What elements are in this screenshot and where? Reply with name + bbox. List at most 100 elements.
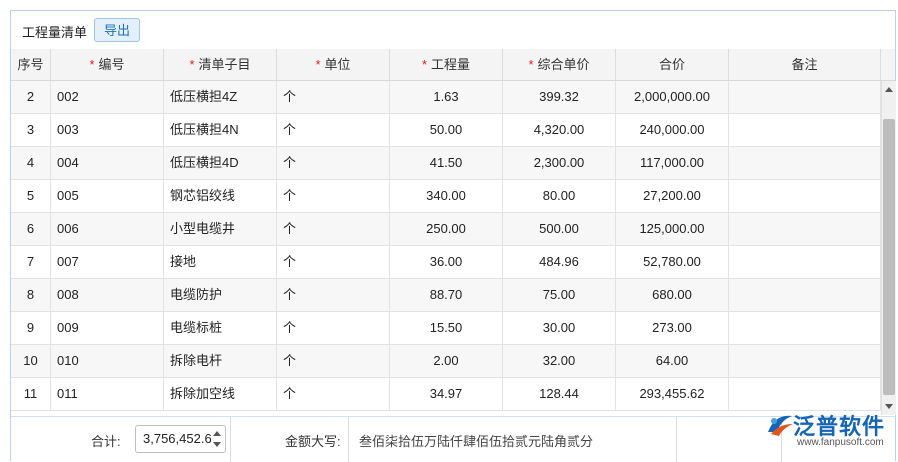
table-row[interactable]: 3 003 低压横担4N 个 50.00 4,320.00 240,000.00	[11, 114, 881, 147]
row-seq-cell[interactable]: 4	[11, 147, 51, 179]
row-note-cell[interactable]	[729, 81, 881, 113]
row-note-cell[interactable]	[729, 246, 881, 278]
column-header[interactable]: 备注	[729, 49, 881, 80]
row-note-cell[interactable]	[729, 279, 881, 311]
row-price-cell[interactable]: 30.00	[503, 312, 616, 344]
row-note-cell[interactable]	[729, 180, 881, 212]
column-header[interactable]: * 综合单价	[503, 49, 616, 80]
row-note-cell[interactable]	[729, 345, 881, 377]
row-seq-cell[interactable]: 3	[11, 114, 51, 146]
row-price-cell[interactable]: 399.32	[503, 81, 616, 113]
row-item-cell[interactable]: 低压横担4D	[164, 147, 277, 179]
row-item-cell[interactable]: 低压横担4Z	[164, 81, 277, 113]
row-item-cell[interactable]: 拆除电杆	[164, 345, 277, 377]
row-qty-cell[interactable]: 250.00	[390, 213, 503, 245]
table-row[interactable]: 10 010 拆除电杆个 2.00 32.00 64.00	[11, 345, 881, 378]
row-item-cell[interactable]: 电缆标桩	[164, 312, 277, 344]
vertical-scrollbar[interactable]	[881, 81, 896, 415]
column-header[interactable]: * 编号	[51, 49, 164, 80]
row-seq-cell[interactable]: 10	[11, 345, 51, 377]
row-item-cell[interactable]: 钢芯铝绞线	[164, 180, 277, 212]
row-qty-cell[interactable]: 2.00	[390, 345, 503, 377]
row-unit-cell[interactable]: 个	[277, 345, 390, 377]
row-total-cell[interactable]: 125,000.00	[616, 213, 729, 245]
row-code-cell[interactable]: 002	[51, 81, 164, 113]
row-item-cell[interactable]: 小型电缆井	[164, 213, 277, 245]
row-note-cell[interactable]	[729, 213, 881, 245]
table-row[interactable]: 5 005 钢芯铝绞线个 340.00 80.00 27,200.00	[11, 180, 881, 213]
row-price-cell[interactable]: 75.00	[503, 279, 616, 311]
row-seq-cell[interactable]: 6	[11, 213, 51, 245]
row-code-cell[interactable]: 007	[51, 246, 164, 278]
row-total-cell[interactable]: 64.00	[616, 345, 729, 377]
row-price-cell[interactable]: 4,320.00	[503, 114, 616, 146]
row-total-cell[interactable]: 2,000,000.00	[616, 81, 729, 113]
column-header[interactable]: * 单位	[277, 49, 390, 80]
scroll-thumb[interactable]	[883, 119, 895, 395]
row-unit-cell[interactable]: 个	[277, 378, 390, 410]
column-header[interactable]: 序号	[11, 49, 51, 80]
row-unit-cell[interactable]: 个	[277, 279, 390, 311]
row-qty-cell[interactable]: 41.50	[390, 147, 503, 179]
row-unit-cell[interactable]: 个	[277, 312, 390, 344]
row-note-cell[interactable]	[729, 312, 881, 344]
row-price-cell[interactable]: 32.00	[503, 345, 616, 377]
row-qty-cell[interactable]: 50.00	[390, 114, 503, 146]
row-code-cell[interactable]: 005	[51, 180, 164, 212]
row-seq-cell[interactable]: 9	[11, 312, 51, 344]
column-header[interactable]: * 工程量	[390, 49, 503, 80]
row-price-cell[interactable]: 80.00	[503, 180, 616, 212]
row-price-cell[interactable]: 500.00	[503, 213, 616, 245]
table-row[interactable]: 8 008 电缆防护个 88.70 75.00 680.00	[11, 279, 881, 312]
row-unit-cell[interactable]: 个	[277, 114, 390, 146]
row-code-cell[interactable]: 008	[51, 279, 164, 311]
row-unit-cell[interactable]: 个	[277, 180, 390, 212]
row-seq-cell[interactable]: 7	[11, 246, 51, 278]
row-total-cell[interactable]: 240,000.00	[616, 114, 729, 146]
row-price-cell[interactable]: 128.44	[503, 378, 616, 410]
row-code-cell[interactable]: 003	[51, 114, 164, 146]
row-item-cell[interactable]: 接地	[164, 246, 277, 278]
row-unit-cell[interactable]: 个	[277, 246, 390, 278]
row-code-cell[interactable]: 004	[51, 147, 164, 179]
total-amount-input[interactable]: 3,756,452.62	[135, 425, 226, 453]
row-item-cell[interactable]: 电缆防护	[164, 279, 277, 311]
row-code-cell[interactable]: 011	[51, 378, 164, 410]
row-unit-cell[interactable]: 个	[277, 147, 390, 179]
row-code-cell[interactable]: 010	[51, 345, 164, 377]
row-qty-cell[interactable]: 36.00	[390, 246, 503, 278]
row-item-cell[interactable]: 低压横担4N	[164, 114, 277, 146]
row-qty-cell[interactable]: 15.50	[390, 312, 503, 344]
row-code-cell[interactable]: 006	[51, 213, 164, 245]
row-total-cell[interactable]: 273.00	[616, 312, 729, 344]
row-unit-cell[interactable]: 个	[277, 213, 390, 245]
row-note-cell[interactable]	[729, 114, 881, 146]
row-price-cell[interactable]: 484.96	[503, 246, 616, 278]
row-qty-cell[interactable]: 340.00	[390, 180, 503, 212]
export-button[interactable]: 导出	[94, 18, 140, 42]
table-row[interactable]: 7 007 接地个 36.00 484.96 52,780.00	[11, 246, 881, 279]
row-total-cell[interactable]: 680.00	[616, 279, 729, 311]
row-seq-cell[interactable]: 2	[11, 81, 51, 113]
row-qty-cell[interactable]: 34.97	[390, 378, 503, 410]
row-note-cell[interactable]	[729, 147, 881, 179]
row-total-cell[interactable]: 27,200.00	[616, 180, 729, 212]
column-header[interactable]: 合价	[616, 49, 729, 80]
column-header[interactable]: * 清单子目	[164, 49, 277, 80]
scroll-up-arrow-icon[interactable]	[885, 87, 893, 92]
row-seq-cell[interactable]: 11	[11, 378, 51, 410]
row-total-cell[interactable]: 293,455.62	[616, 378, 729, 410]
row-total-cell[interactable]: 117,000.00	[616, 147, 729, 179]
table-row[interactable]: 2 002 低压横担4Z 个 1.63 399.32 2,000,000.00	[11, 81, 881, 114]
row-qty-cell[interactable]: 1.63	[390, 81, 503, 113]
row-unit-cell[interactable]: 个	[277, 81, 390, 113]
table-row[interactable]: 6 006 小型电缆井个 250.00 500.00 125,000.00	[11, 213, 881, 246]
row-total-cell[interactable]: 52,780.00	[616, 246, 729, 278]
row-code-cell[interactable]: 009	[51, 312, 164, 344]
table-row[interactable]: 11 011 拆除加空线个 34.97 128.44 293,455.62	[11, 378, 881, 411]
row-seq-cell[interactable]: 8	[11, 279, 51, 311]
row-qty-cell[interactable]: 88.70	[390, 279, 503, 311]
table-row[interactable]: 4 004 低压横担4D 个 41.50 2,300.00 117,000.00	[11, 147, 881, 180]
table-row[interactable]: 9 009 电缆标桩个 15.50 30.00 273.00	[11, 312, 881, 345]
row-seq-cell[interactable]: 5	[11, 180, 51, 212]
